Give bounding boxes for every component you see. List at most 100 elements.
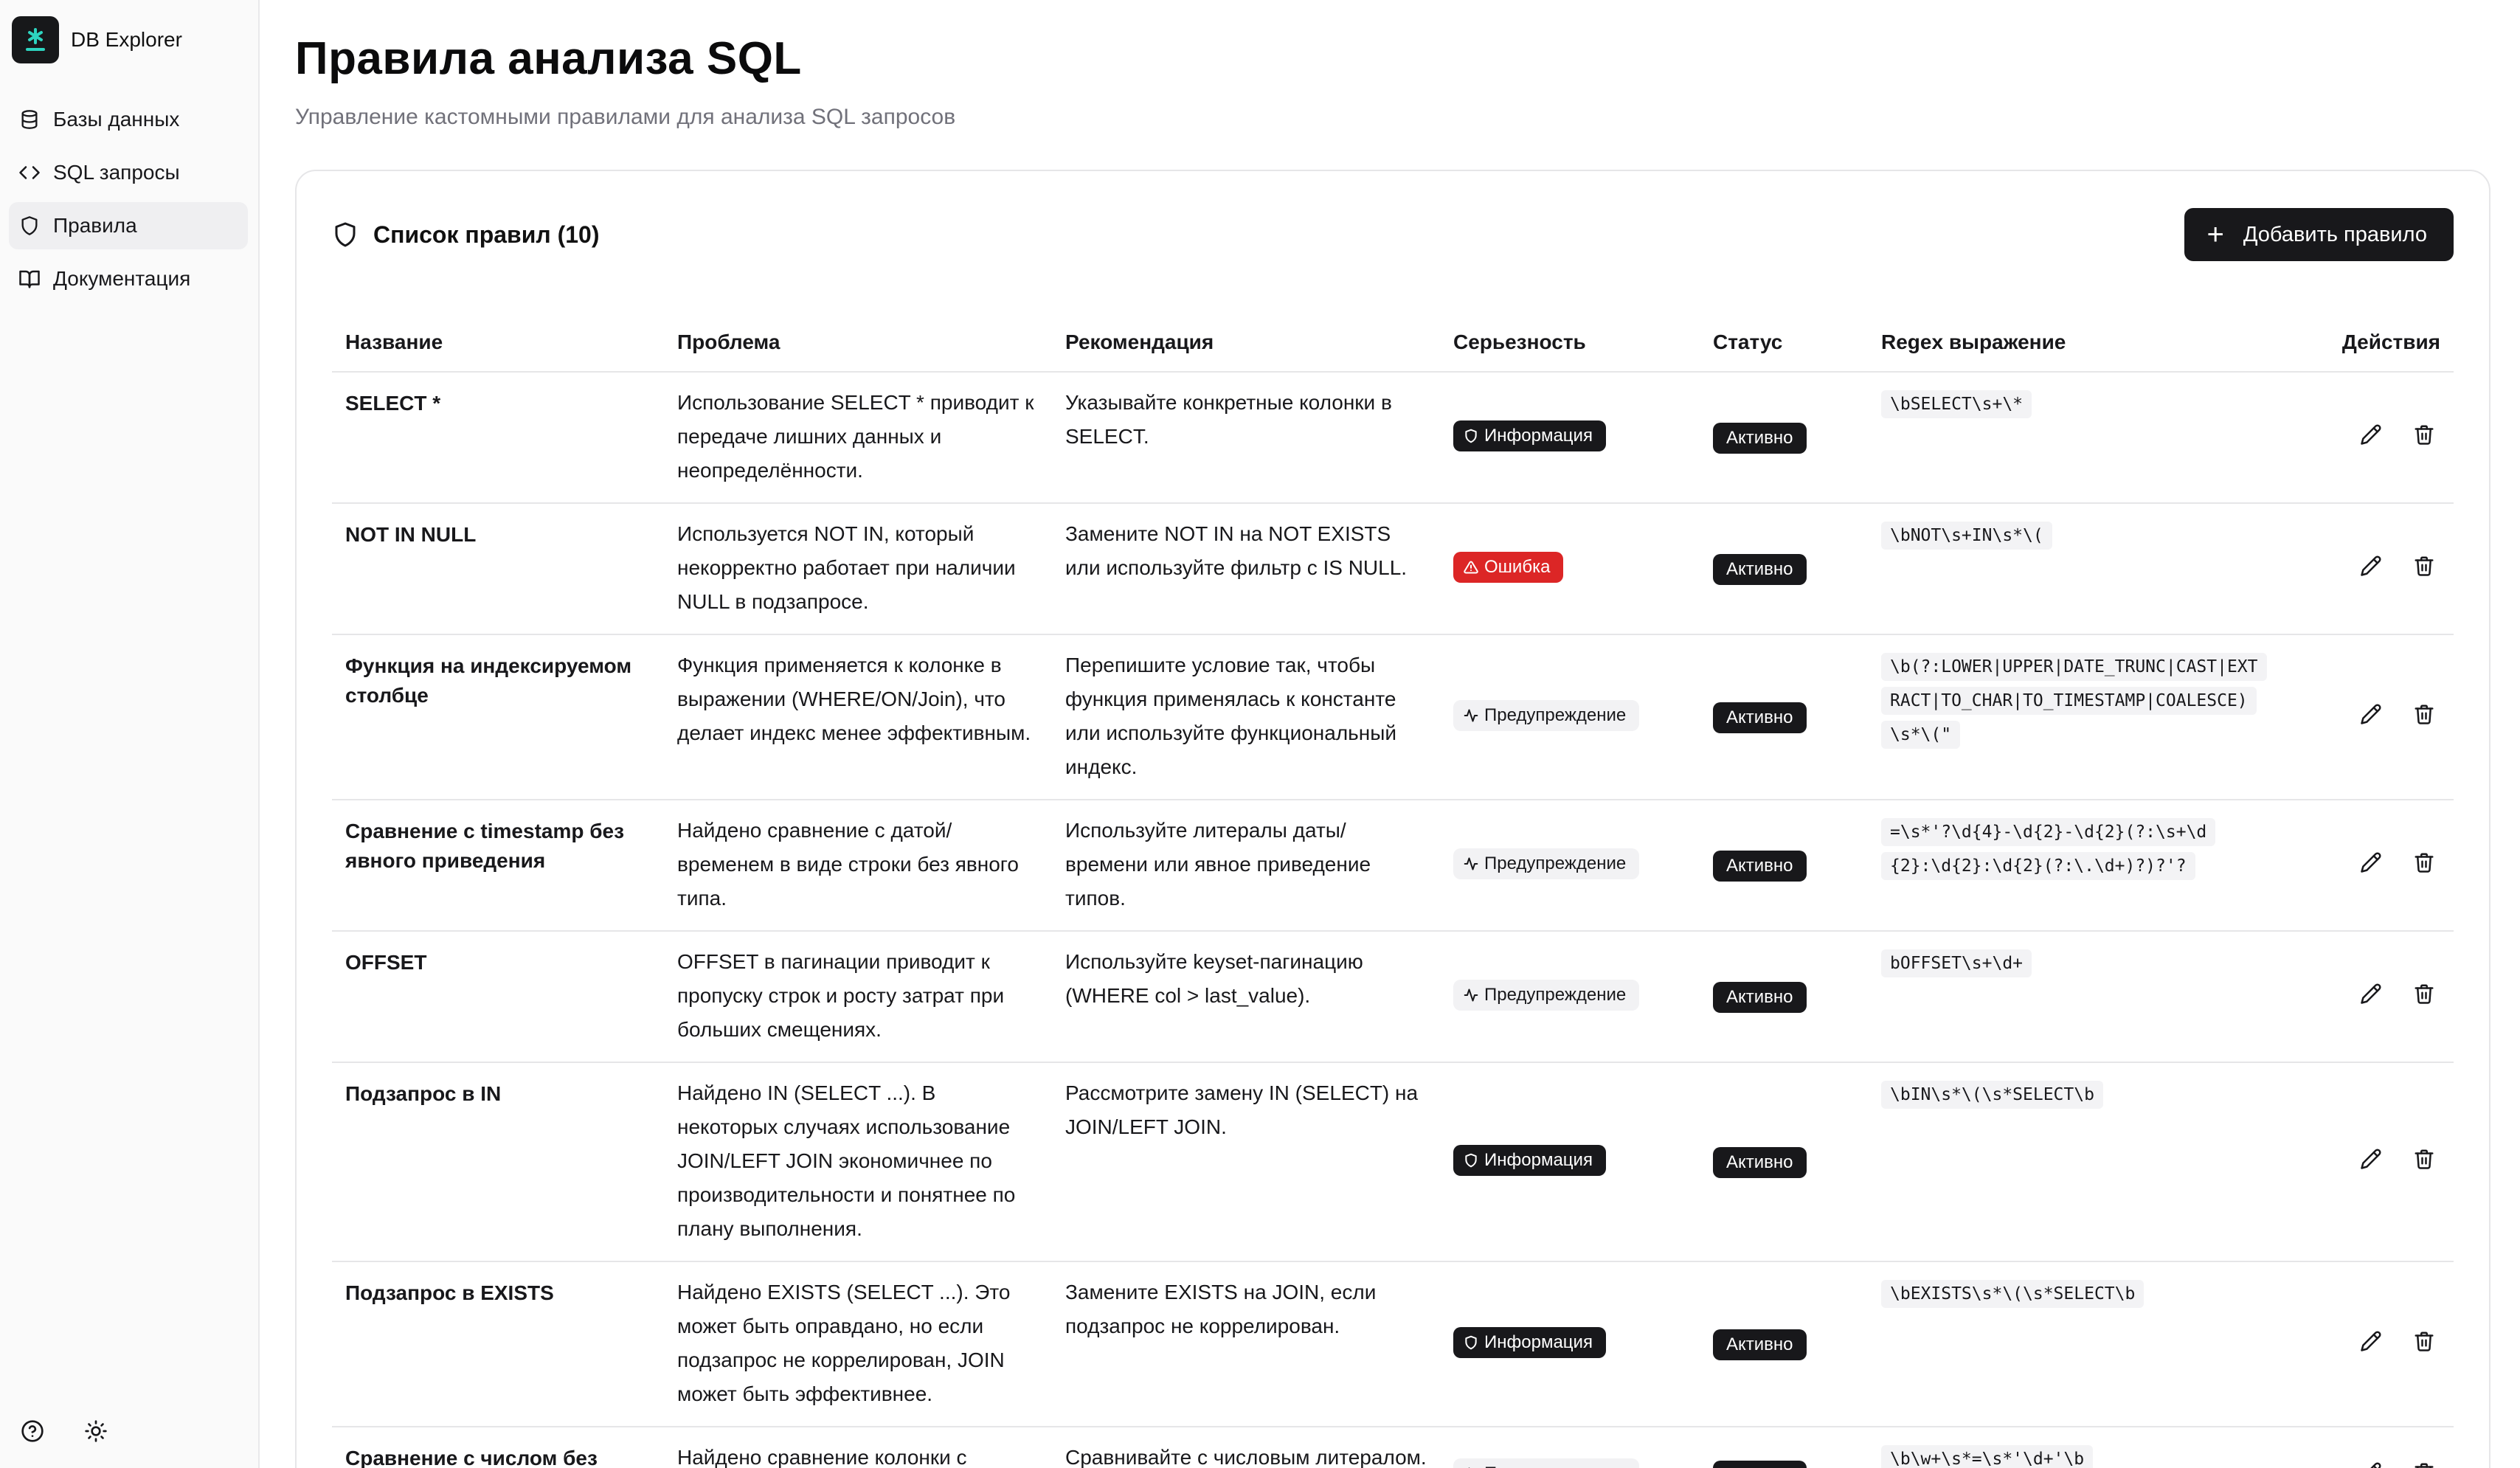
add-rule-label: Добавить правило [2243,222,2427,246]
add-rule-button[interactable]: + Добавить правило [2184,208,2454,261]
sidebar-item-sql-queries[interactable]: SQL запросы [9,149,248,196]
rule-name: Сравнение с числом без явного приведения [332,1427,664,1468]
trash-icon[interactable] [2408,977,2440,1010]
regex-cell: \bEXISTS\s*\(\s*SELECT\b [1868,1261,2278,1427]
sidebar-footer [18,1416,145,1446]
status-cell: Активно [1700,1427,1868,1468]
rule-recommendation: Указывайте конкретные колонки в SELECT. [1052,372,1440,504]
column-header-severity[interactable]: Серьезность [1440,313,1700,373]
severity-label: Предупреждение [1484,705,1627,725]
actions-cell [2278,1427,2454,1468]
rules-table: Название Проблема Рекомендация Серьезнос… [332,313,2454,1468]
regex-cell: \bSELECT\s+\* [1868,372,2278,504]
activity-icon [1464,708,1478,723]
book-icon [18,267,41,291]
regex-code: \b\w+\s*=\s*'\d+'\b [1881,1445,2094,1468]
activity-icon [1464,988,1478,1003]
severity-cell: Предупреждение [1440,800,1700,932]
severity-label: Ошибка [1484,557,1551,577]
rule-problem: Найдено сравнение с датой/временем в вид… [664,800,1052,932]
trash-icon[interactable] [2408,1456,2440,1468]
column-header-name[interactable]: Название [332,313,664,373]
rule-name: Подзапрос в IN [332,1062,664,1262]
sidebar-item-label: Базы данных [53,108,180,131]
column-header-regex[interactable]: Regex выражение [1868,313,2278,373]
table-row[interactable]: Сравнение с timestamp без явного приведе… [332,800,2454,932]
actions-cell [2278,931,2454,1063]
edit-icon[interactable] [2355,846,2387,879]
severity-cell: Информация [1440,1261,1700,1427]
sidebar-nav: Базы данных SQL запросы Правила Документ… [9,96,248,308]
sun-icon[interactable] [81,1416,111,1446]
severity-cell: Предупреждение [1440,634,1700,800]
status-cell: Активно [1700,1261,1868,1427]
table-row[interactable]: NOT IN NULL Используется NOT IN, который… [332,503,2454,635]
table-row[interactable]: Сравнение с числом без явного приведения… [332,1427,2454,1468]
table-row[interactable]: Подзапрос в IN Найдено IN (SELECT ...). … [332,1062,2454,1262]
edit-icon[interactable] [2355,977,2387,1010]
status-badge: Активно [1713,1329,1807,1360]
severity-badge: Информация [1453,1145,1606,1176]
rule-recommendation: Используйте литералы даты/времени или яв… [1052,800,1440,932]
regex-cell: \b(?:LOWER|UPPER|DATE_TRUNC|CAST|EXTRACT… [1868,634,2278,800]
trash-icon[interactable] [2408,1325,2440,1357]
status-cell: Активно [1700,372,1868,504]
column-header-status[interactable]: Статус [1700,313,1868,373]
trash-icon[interactable] [2408,698,2440,730]
brand[interactable]: DB Explorer [12,16,182,63]
edit-icon[interactable] [2355,418,2387,451]
regex-code: \bIN\s*\(\s*SELECT\b [1881,1081,2103,1109]
severity-cell: Информация [1440,372,1700,504]
regex-code: bOFFSET\s+\d+ [1881,949,2032,977]
severity-label: Информация [1484,1332,1593,1352]
edit-icon[interactable] [2355,698,2387,730]
logo-icon [12,16,59,63]
rule-name: SELECT * [332,372,664,504]
database-icon [18,108,41,131]
actions-cell [2278,372,2454,504]
column-header-recommendation[interactable]: Рекомендация [1052,313,1440,373]
actions-cell [2278,503,2454,635]
sidebar-item-label: Правила [53,214,137,237]
actions-cell [2278,634,2454,800]
table-row[interactable]: Подзапрос в EXISTS Найдено EXISTS (SELEC… [332,1261,2454,1427]
status-cell: Активно [1700,931,1868,1063]
rule-problem: Использование SELECT * приводит к переда… [664,372,1052,504]
column-header-problem[interactable]: Проблема [664,313,1052,373]
sidebar-item-rules[interactable]: Правила [9,202,248,249]
actions-cell [2278,1062,2454,1262]
trash-icon[interactable] [2408,550,2440,582]
edit-icon[interactable] [2355,1143,2387,1175]
table-row[interactable]: Функция на индексируемом столбце Функция… [332,634,2454,800]
trash-icon[interactable] [2408,1143,2440,1175]
table-row[interactable]: OFFSET OFFSET в пагинации приводит к про… [332,931,2454,1063]
rule-problem: Найдено IN (SELECT ...). В некоторых слу… [664,1062,1052,1262]
regex-cell: bOFFSET\s+\d+ [1868,931,2278,1063]
edit-icon[interactable] [2355,1456,2387,1468]
rule-name: NOT IN NULL [332,503,664,635]
rule-problem: Используется NOT IN, который некорректно… [664,503,1052,635]
sidebar-item-documentation[interactable]: Документация [9,255,248,302]
table-row[interactable]: SELECT * Использование SELECT * приводит… [332,372,2454,504]
activity-icon [1464,856,1478,871]
edit-icon[interactable] [2355,1325,2387,1357]
shield-icon [1464,1153,1478,1168]
card-header: Список правил (10) [332,208,600,261]
regex-code: =\s*'?\d{4}-\d{2}-\d{2}(?:\s+\d{2}:\d{2}… [1881,818,2216,880]
rule-problem: OFFSET в пагинации приводит к пропуску с… [664,931,1052,1063]
edit-icon[interactable] [2355,550,2387,582]
rules-table-body: SELECT * Использование SELECT * приводит… [332,372,2454,1468]
rule-recommendation: Замените EXISTS на JOIN, если подзапрос … [1052,1261,1440,1427]
trash-icon[interactable] [2408,846,2440,879]
severity-cell: Ошибка [1440,503,1700,635]
status-badge: Активно [1713,423,1807,454]
help-circle-icon[interactable] [18,1416,47,1446]
shield-icon [18,214,41,238]
trash-icon[interactable] [2408,418,2440,451]
sidebar-item-databases[interactable]: Базы данных [9,96,248,143]
plus-icon: + [2206,218,2224,251]
regex-code: \bEXISTS\s*\(\s*SELECT\b [1881,1280,2145,1308]
status-badge: Активно [1713,554,1807,585]
severity-badge: Предупреждение [1453,700,1640,731]
regex-cell: =\s*'?\d{4}-\d{2}-\d{2}(?:\s+\d{2}:\d{2}… [1868,800,2278,932]
